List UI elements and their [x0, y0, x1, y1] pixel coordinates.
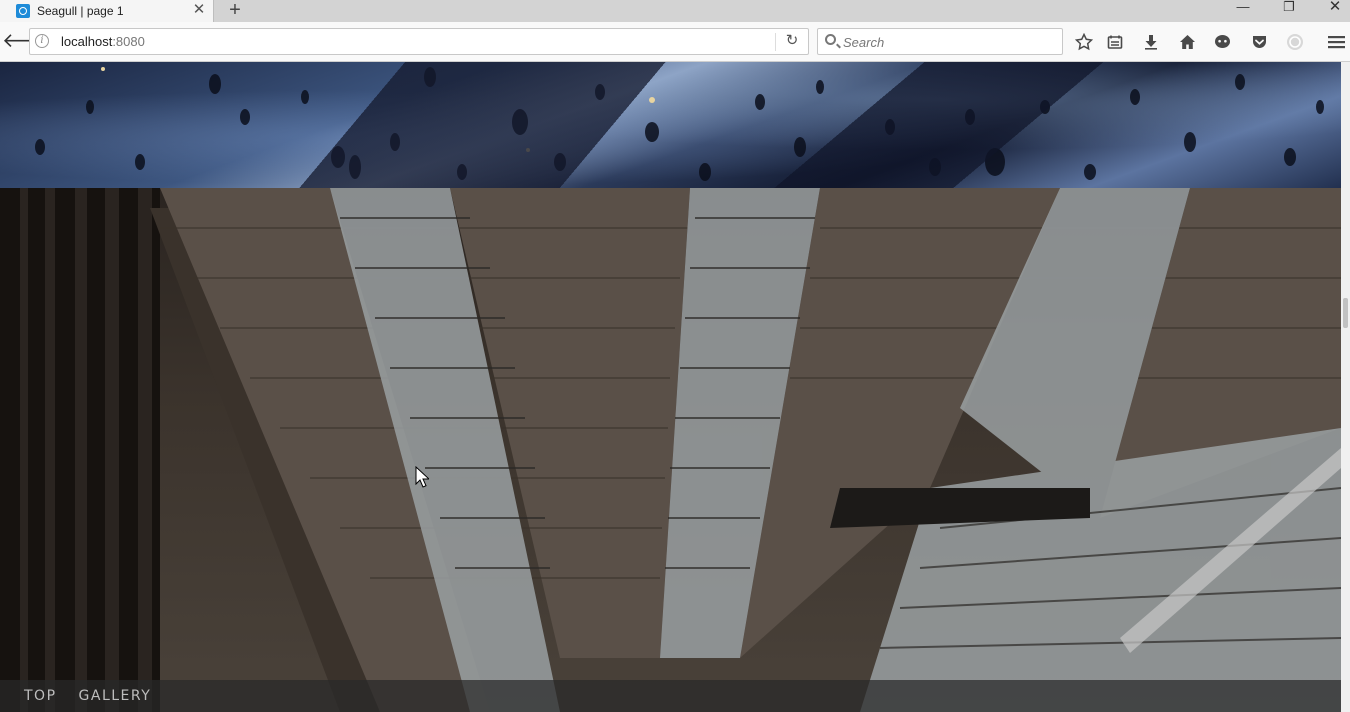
search-bar[interactable] [817, 28, 1063, 55]
site-favicon-icon [16, 4, 30, 18]
page-nav-bar: TOP GALLERY [0, 680, 1341, 712]
restore-icon[interactable]: ❐ [1266, 0, 1312, 22]
reload-icon[interactable]: ↻ [782, 31, 802, 51]
page-scrollbar[interactable] [1341, 62, 1350, 712]
tab-title: Seagull | page 1 [37, 4, 124, 18]
nav-link-gallery[interactable]: GALLERY [79, 688, 152, 704]
reading-list-icon[interactable] [1103, 30, 1127, 54]
back-arrow-icon[interactable]: 🡐 [2, 30, 56, 54]
account-icon[interactable] [1283, 30, 1307, 54]
rain-photo [0, 62, 1341, 188]
scrollbar-thumb[interactable] [1343, 298, 1348, 328]
search-input[interactable] [843, 32, 1053, 52]
menu-icon[interactable] [1324, 30, 1348, 54]
tab-close-icon[interactable]: ✕ [191, 2, 207, 18]
new-tab-icon[interactable]: + [224, 0, 246, 22]
mouse-cursor-icon [415, 466, 429, 488]
chat-icon[interactable] [1210, 30, 1234, 54]
bookmark-star-icon[interactable] [1072, 30, 1096, 54]
home-icon[interactable] [1175, 30, 1199, 54]
url-host: localhost [61, 34, 113, 49]
raindrops [35, 67, 1324, 181]
nav-link-top[interactable]: TOP [24, 688, 57, 704]
atrium-illustration [0, 188, 1341, 712]
tab-strip: Seagull | page 1 ✕ + — ❐ ✕ [0, 0, 1350, 22]
page-viewport: TOP GALLERY [0, 62, 1341, 712]
url-text[interactable]: localhost:8080 [61, 34, 145, 49]
tab-active[interactable]: Seagull | page 1 ✕ [0, 0, 214, 22]
search-icon [825, 34, 836, 45]
url-bar[interactable]: i localhost:8080 ↻ [29, 28, 809, 55]
pocket-icon[interactable] [1247, 30, 1271, 54]
url-divider [775, 33, 776, 51]
site-info-icon[interactable]: i [35, 34, 49, 48]
minimize-icon[interactable]: — [1220, 0, 1266, 22]
navigation-bar: 🡐 i localhost:8080 ↻ [0, 22, 1350, 62]
url-port: :8080 [112, 34, 145, 49]
atrium-photo [0, 188, 1341, 712]
download-icon[interactable] [1139, 30, 1163, 54]
close-window-icon[interactable]: ✕ [1312, 0, 1350, 22]
